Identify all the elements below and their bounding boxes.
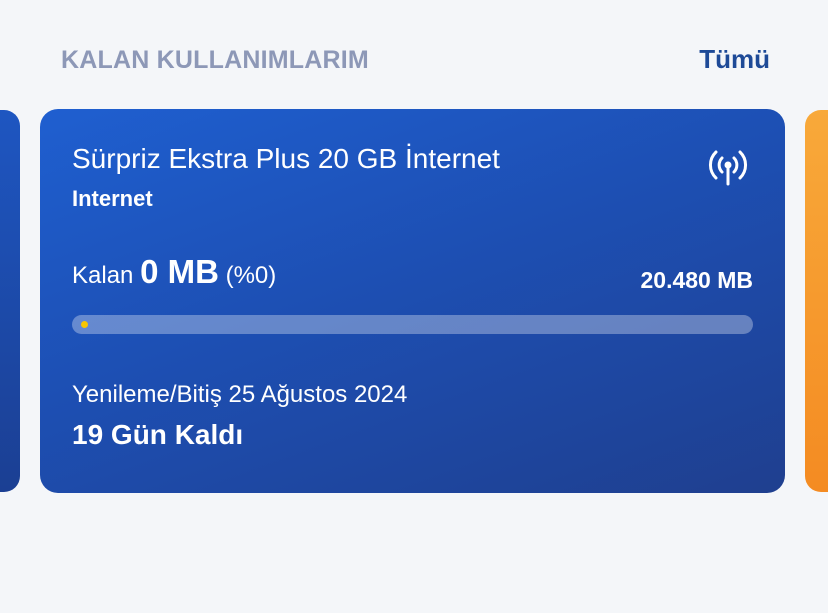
remaining-value: 0 MB <box>140 253 219 290</box>
remaining-prefix: Kalan <box>72 262 134 289</box>
section-header: KALAN KULLANIMLARIM Tümü <box>0 0 828 110</box>
total-quota: 20.480 MB <box>640 267 753 293</box>
cut-off-link[interactable] <box>572 582 579 613</box>
section-title: KALAN KULLANIMLARIM <box>61 46 369 74</box>
plan-type: Internet <box>72 186 153 211</box>
remaining-amount: Kalan 0 MB (%0) <box>72 253 276 291</box>
days-left: 19 Gün Kaldı <box>72 419 244 450</box>
plan-name: Sürpriz Ekstra Plus 20 GB İnternet <box>72 143 500 174</box>
usage-card-internet[interactable]: Sürpriz Ekstra Plus 20 GB İnternet Inter… <box>40 109 785 493</box>
antenna-signal-icon <box>709 150 747 186</box>
previous-usage-card[interactable] <box>0 110 20 492</box>
renewal-date: Yenileme/Bitiş 25 Ağustos 2024 <box>72 381 408 408</box>
see-all-link[interactable]: Tümü <box>699 44 770 75</box>
usage-progress-bar <box>72 315 753 334</box>
progress-indicator <box>81 321 88 328</box>
remaining-percent: (%0) <box>225 262 277 289</box>
next-usage-card[interactable] <box>805 110 828 492</box>
